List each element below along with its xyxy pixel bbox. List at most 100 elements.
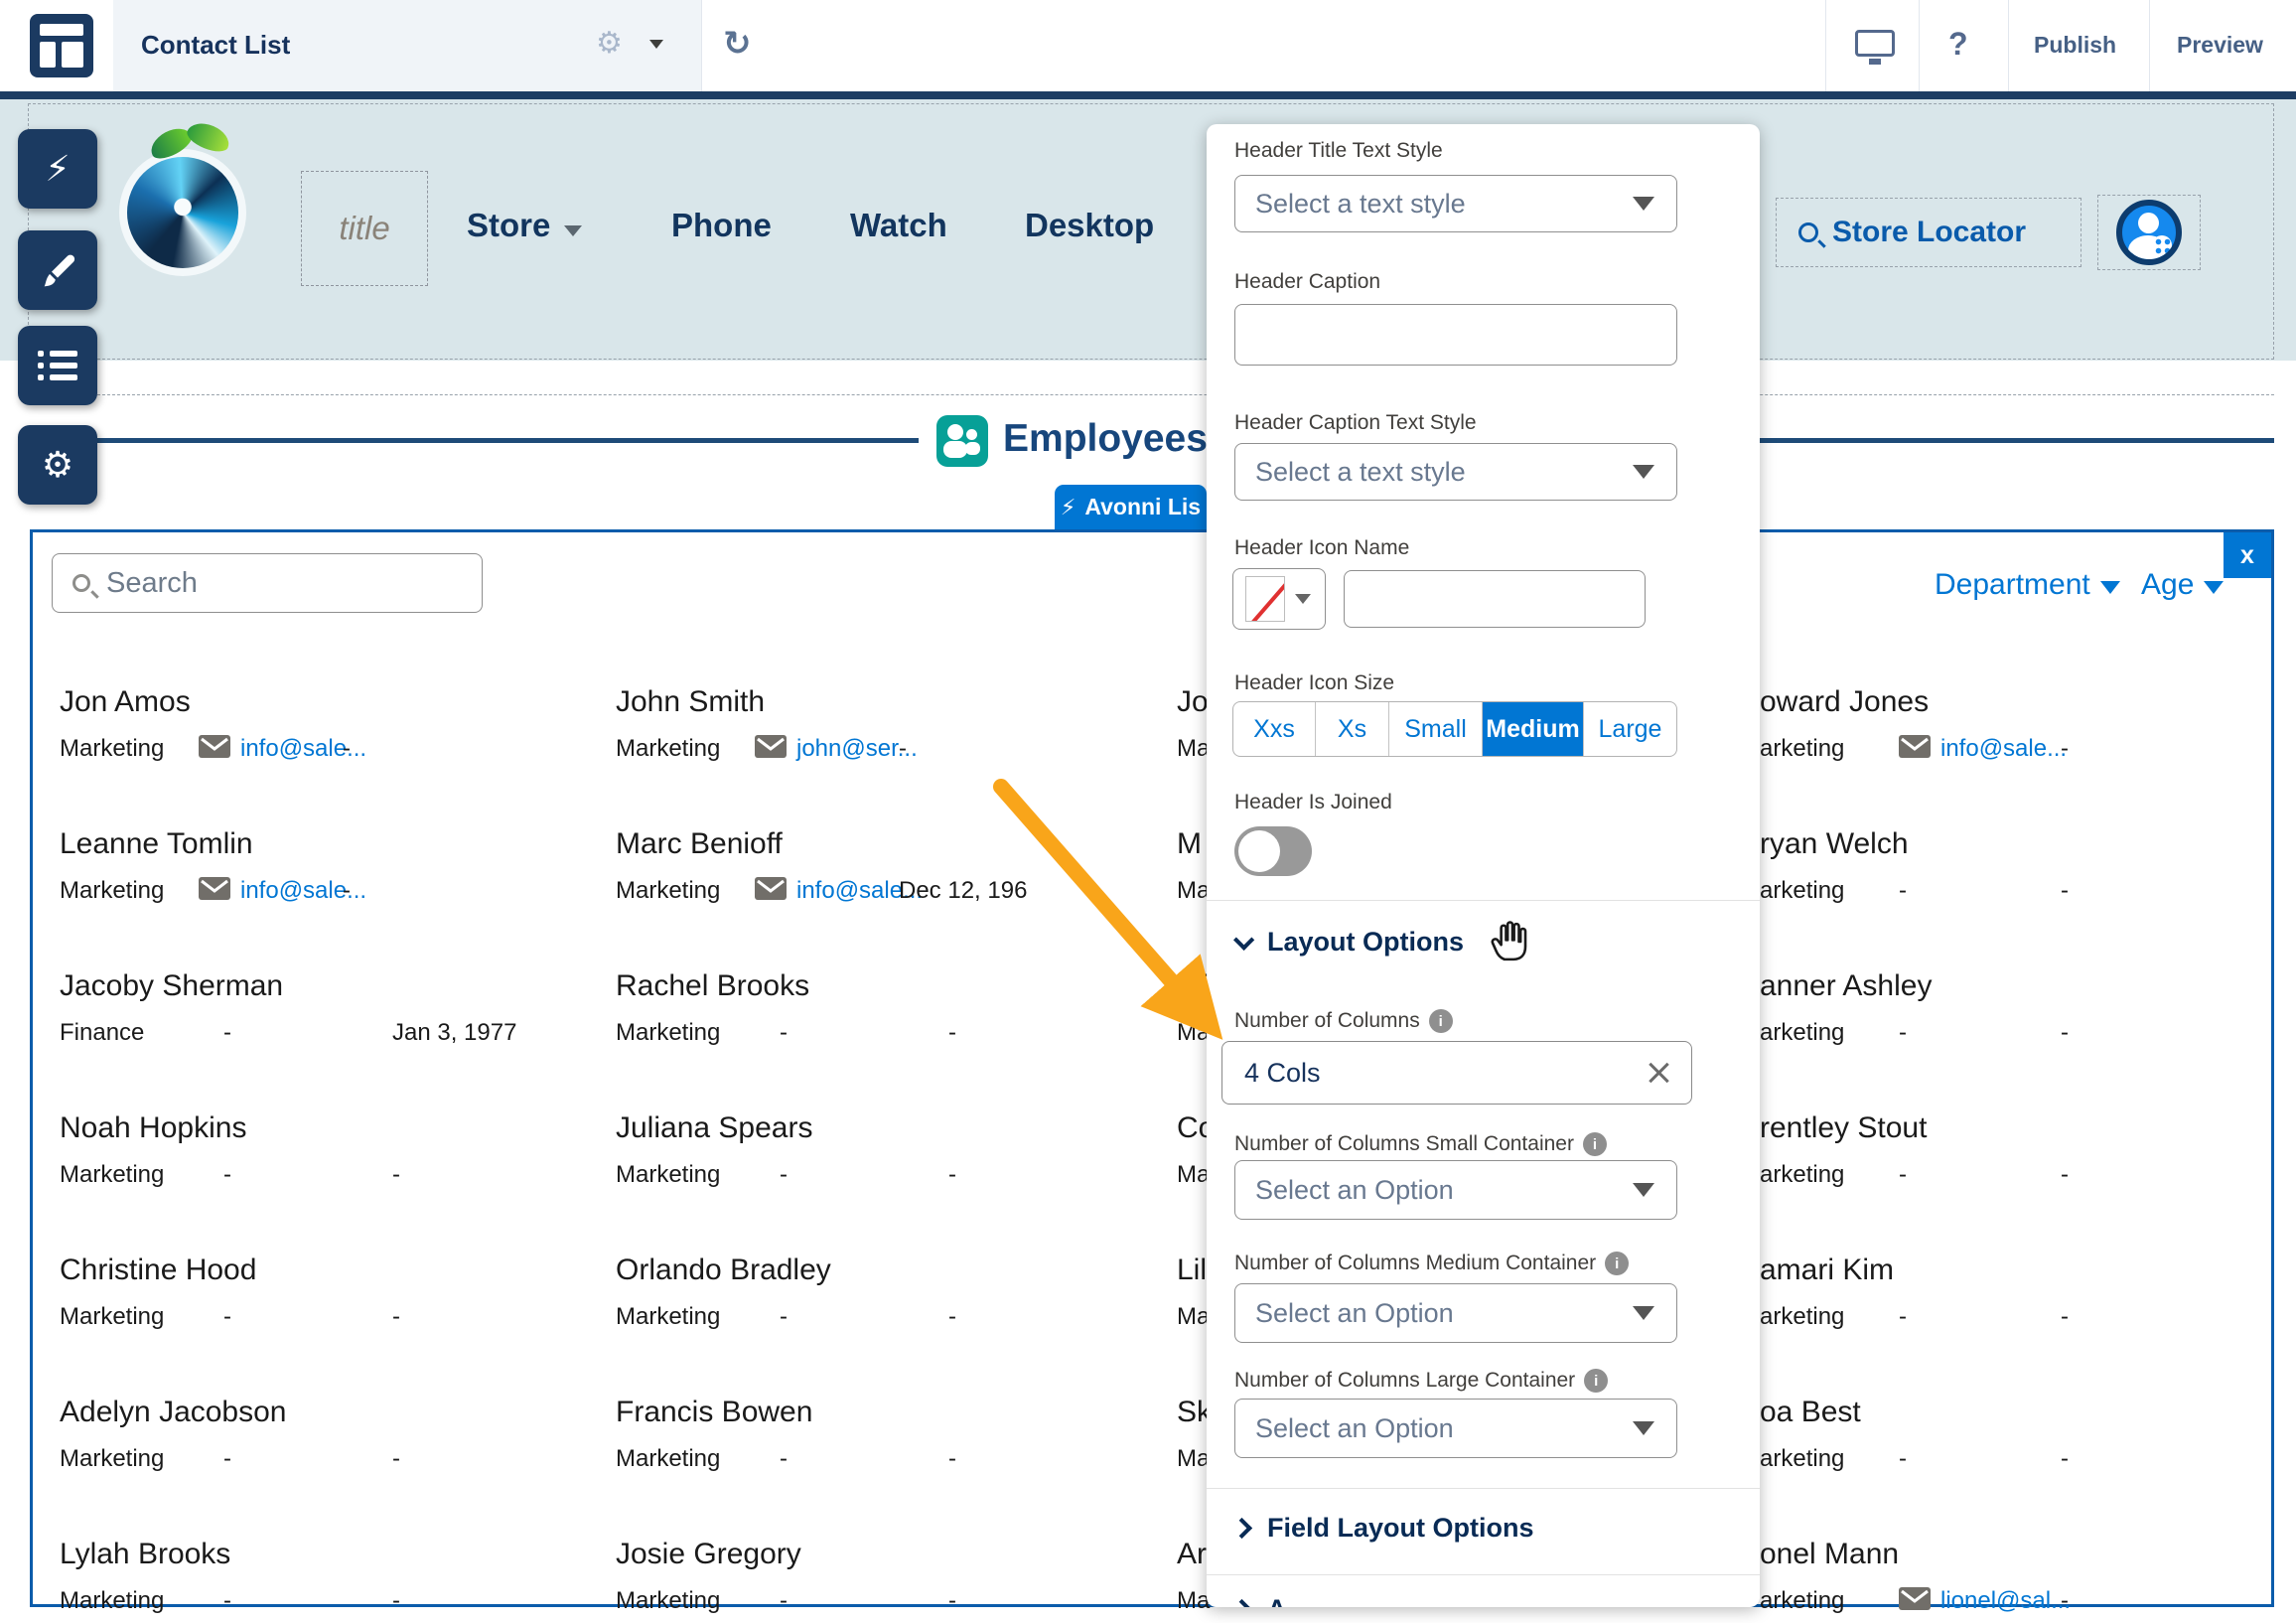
help-icon[interactable]: ?	[1948, 26, 1968, 63]
columns-small-container-select[interactable]: Select an Option	[1234, 1160, 1677, 1220]
field-label: Header Icon Size	[1234, 671, 1394, 695]
rail-pages-button[interactable]	[18, 326, 97, 405]
employee-department: Marketing	[616, 735, 720, 763]
header-title-text-style-select[interactable]: Select a text style	[1234, 175, 1677, 232]
employee-department: arketing	[1760, 1587, 1844, 1615]
icon-size-xxs-button[interactable]: Xxs	[1233, 702, 1315, 756]
employee-details-row: Marketing--	[616, 1161, 1172, 1197]
email-icon	[755, 877, 787, 907]
builder-home-icon[interactable]	[30, 14, 93, 77]
partial-section-header[interactable]: A	[1234, 1594, 1287, 1607]
rail-settings-button[interactable]: ⚙	[18, 425, 97, 505]
employee-email-link[interactable]: lionel@sal...	[1940, 1587, 2071, 1615]
employee-department: Marketing	[616, 1445, 720, 1473]
employee-field-value: -	[223, 1019, 231, 1047]
page-dropdown-caret-icon[interactable]	[649, 40, 663, 49]
employee-details-row: Marketinginfo@sale...-	[60, 735, 616, 771]
employee-list-component[interactable]: x Search DepartmentAge Jon AmosMarketing…	[30, 529, 2274, 1607]
employee-email-link[interactable]: info@sale...	[1940, 735, 2067, 763]
employee-field-value: -	[2061, 1161, 2069, 1189]
employee-field-value: -	[948, 1303, 956, 1331]
info-icon[interactable]: i	[1583, 1132, 1607, 1156]
layout-options-section-header[interactable]: Layout Options	[1234, 927, 1464, 958]
brush-icon	[38, 250, 77, 290]
employee-department: Marketing	[60, 735, 164, 763]
icon-size-large-button[interactable]: Large	[1583, 702, 1676, 756]
employee-name: anner Ashley	[1760, 969, 1932, 1003]
employee-name: ryan Welch	[1760, 827, 1909, 861]
employee-name: oa Best	[1760, 1396, 1861, 1429]
info-icon[interactable]: i	[1429, 1009, 1453, 1033]
refresh-icon[interactable]: ↻	[723, 24, 752, 64]
list-icon	[38, 350, 77, 381]
top-bar-rule	[0, 91, 2296, 99]
employee-name: Eli	[1177, 969, 1210, 1003]
page-settings-gear-icon[interactable]: ⚙	[596, 26, 623, 61]
employee-field-value: -	[780, 1587, 788, 1615]
employee-field-value: -	[223, 1587, 231, 1615]
nav-item-store[interactable]: Store	[467, 207, 582, 244]
employee-name: Marc Benioff	[616, 827, 783, 861]
employee-details-row: Marketingjohn@ser...-	[616, 735, 1172, 771]
employee-department: arketing	[1760, 1161, 1844, 1189]
employee-name: Lylah Brooks	[60, 1538, 230, 1571]
icon-size-medium-button[interactable]: Medium	[1482, 702, 1583, 756]
employee-field-value: -	[223, 1303, 231, 1331]
avonni-component-badge[interactable]: ⚡ Avonni Lis	[1055, 485, 1207, 529]
employee-department: Marketing	[616, 1161, 720, 1189]
employee-details-row: Marketing--	[616, 1019, 1172, 1055]
employee-details-row: arketinglionel@sal...-	[1760, 1587, 2296, 1623]
section-title-rule	[1760, 438, 2274, 443]
employee-department: Ma	[1177, 735, 1210, 763]
icon-size-xs-button[interactable]: Xs	[1315, 702, 1388, 756]
field-layout-options-section-header[interactable]: Field Layout Options	[1234, 1513, 1534, 1544]
employee-department: arketing	[1760, 1445, 1844, 1473]
page-selector[interactable]: Contact List ⚙	[113, 0, 701, 91]
icon-color-picker-button[interactable]	[1232, 568, 1326, 630]
employee-name: Ar	[1177, 1538, 1207, 1571]
nav-item-watch[interactable]: Watch	[850, 207, 947, 244]
columns-medium-container-select[interactable]: Select an Option	[1234, 1283, 1677, 1343]
email-icon	[199, 877, 230, 907]
preview-button[interactable]: Preview	[2177, 32, 2263, 59]
store-locator[interactable]: Store Locator	[1776, 198, 2081, 267]
badge-label: Avonni Lis	[1084, 494, 1201, 520]
employee-department: Ma	[1177, 1303, 1210, 1331]
field-label: Number of Columns Medium Containeri	[1234, 1252, 1629, 1275]
rail-theme-button[interactable]	[18, 230, 97, 310]
header-is-joined-toggle[interactable]	[1234, 826, 1312, 876]
clear-icon[interactable]	[1646, 1060, 1671, 1086]
employee-details-row: Marketing--	[616, 1303, 1172, 1339]
columns-large-container-select[interactable]: Select an Option	[1234, 1399, 1677, 1458]
title-placeholder-box[interactable]: title	[301, 171, 428, 286]
employee-details-row: arketing--	[1760, 877, 2296, 913]
employee-department: Ma	[1177, 1587, 1210, 1615]
nav-item-phone[interactable]: Phone	[671, 207, 772, 244]
avatar-icon[interactable]	[2116, 200, 2182, 265]
header-caption-input[interactable]	[1234, 304, 1677, 366]
rail-components-button[interactable]: ⚡	[18, 129, 97, 209]
employee-details-row: arketing--	[1760, 1445, 2296, 1481]
info-icon[interactable]: i	[1605, 1252, 1629, 1275]
icon-size-small-button[interactable]: Small	[1388, 702, 1482, 756]
number-of-columns-input[interactable]: 4 Cols	[1221, 1041, 1692, 1105]
employee-field-value: -	[392, 1445, 400, 1473]
nav-item-desktop[interactable]: Desktop	[1025, 207, 1154, 244]
employee-name: Francis Bowen	[616, 1396, 812, 1429]
employee-department: Marketing	[60, 1303, 164, 1331]
employee-field-value: Dec 12, 196	[899, 877, 1027, 905]
device-preview-icon[interactable]	[1855, 30, 1895, 57]
info-icon[interactable]: i	[1584, 1369, 1608, 1393]
employee-department: arketing	[1760, 1303, 1844, 1331]
account-avatar-box[interactable]	[2097, 195, 2201, 270]
employee-field-value: -	[1899, 1019, 1907, 1047]
header-caption-text-style-select[interactable]: Select a text style	[1234, 443, 1677, 501]
store-logo[interactable]	[127, 157, 238, 268]
field-label: Number of Columnsi	[1234, 1009, 1453, 1033]
header-icon-name-input[interactable]	[1344, 570, 1646, 628]
field-label: Header Icon Name	[1234, 536, 1409, 560]
employee-field-value: -	[948, 1587, 956, 1615]
employee-field-value: -	[780, 1019, 788, 1047]
employee-field-value: -	[1899, 1445, 1907, 1473]
publish-button[interactable]: Publish	[2034, 32, 2116, 59]
